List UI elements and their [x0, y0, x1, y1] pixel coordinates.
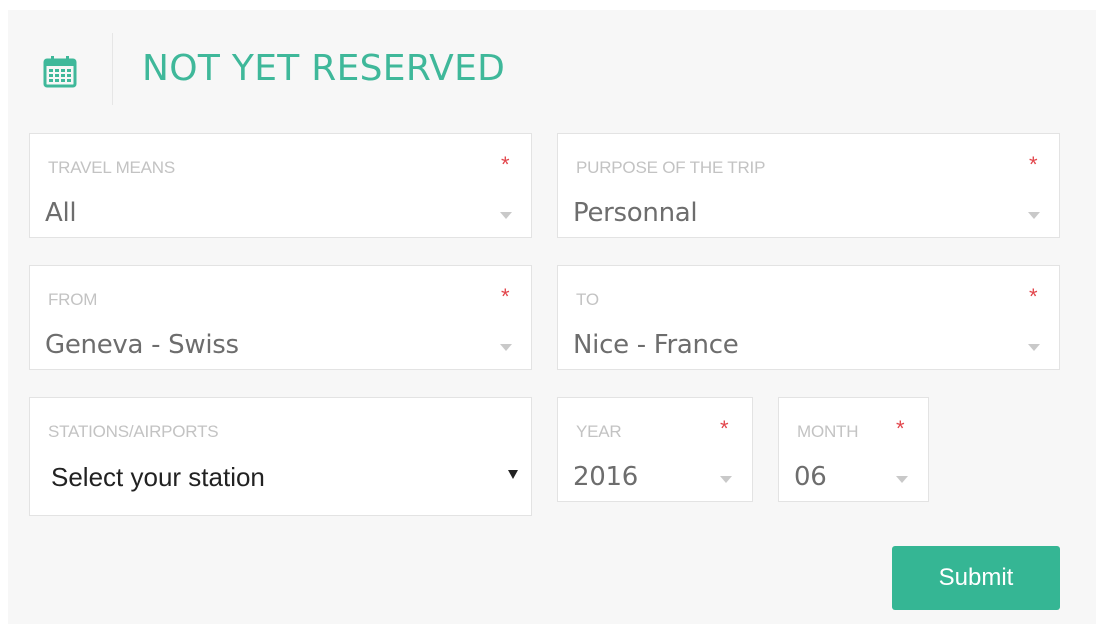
- month-select[interactable]: MONTH * 06: [778, 397, 929, 502]
- stations-label: STATIONS/AIRPORTS: [48, 422, 219, 441]
- page-title: NOT YET RESERVED: [142, 48, 506, 89]
- chevron-down-icon: [508, 470, 518, 479]
- required-marker: *: [501, 152, 510, 177]
- calendar-icon: [43, 56, 77, 88]
- required-marker: *: [1029, 284, 1038, 309]
- required-marker: *: [1029, 152, 1038, 177]
- year-value: 2016: [573, 462, 638, 492]
- year-label: YEAR: [576, 422, 622, 441]
- purpose-label: PURPOSE OF THE TRIP: [576, 158, 766, 177]
- required-marker: *: [720, 416, 729, 441]
- required-marker: *: [896, 416, 905, 441]
- chevron-down-icon: [500, 344, 512, 351]
- travel-means-label: TRAVEL MEANS: [48, 158, 176, 177]
- year-select[interactable]: YEAR * 2016: [557, 397, 753, 502]
- to-value: Nice - France: [573, 330, 739, 360]
- required-marker: *: [501, 284, 510, 309]
- month-label: MONTH: [797, 422, 859, 441]
- to-select[interactable]: TO * Nice - France: [557, 265, 1060, 370]
- header-divider: [112, 33, 113, 105]
- stations-value: Select your station: [51, 462, 265, 492]
- purpose-select[interactable]: PURPOSE OF THE TRIP * Personnal: [557, 133, 1060, 238]
- from-value: Geneva - Swiss: [45, 330, 239, 360]
- submit-button[interactable]: Submit: [892, 546, 1060, 610]
- chevron-down-icon: [896, 476, 908, 483]
- travel-means-value: All: [45, 198, 77, 228]
- from-select[interactable]: FROM * Geneva - Swiss: [29, 265, 532, 370]
- chevron-down-icon: [500, 212, 512, 219]
- from-label: FROM: [48, 290, 98, 309]
- stations-select[interactable]: STATIONS/AIRPORTS Select your station: [29, 397, 532, 516]
- chevron-down-icon: [720, 476, 732, 483]
- purpose-value: Personnal: [573, 198, 698, 228]
- month-value: 06: [794, 462, 827, 492]
- travel-means-select[interactable]: TRAVEL MEANS * All: [29, 133, 532, 238]
- chevron-down-icon: [1028, 212, 1040, 219]
- to-label: TO: [576, 290, 599, 309]
- chevron-down-icon: [1028, 344, 1040, 351]
